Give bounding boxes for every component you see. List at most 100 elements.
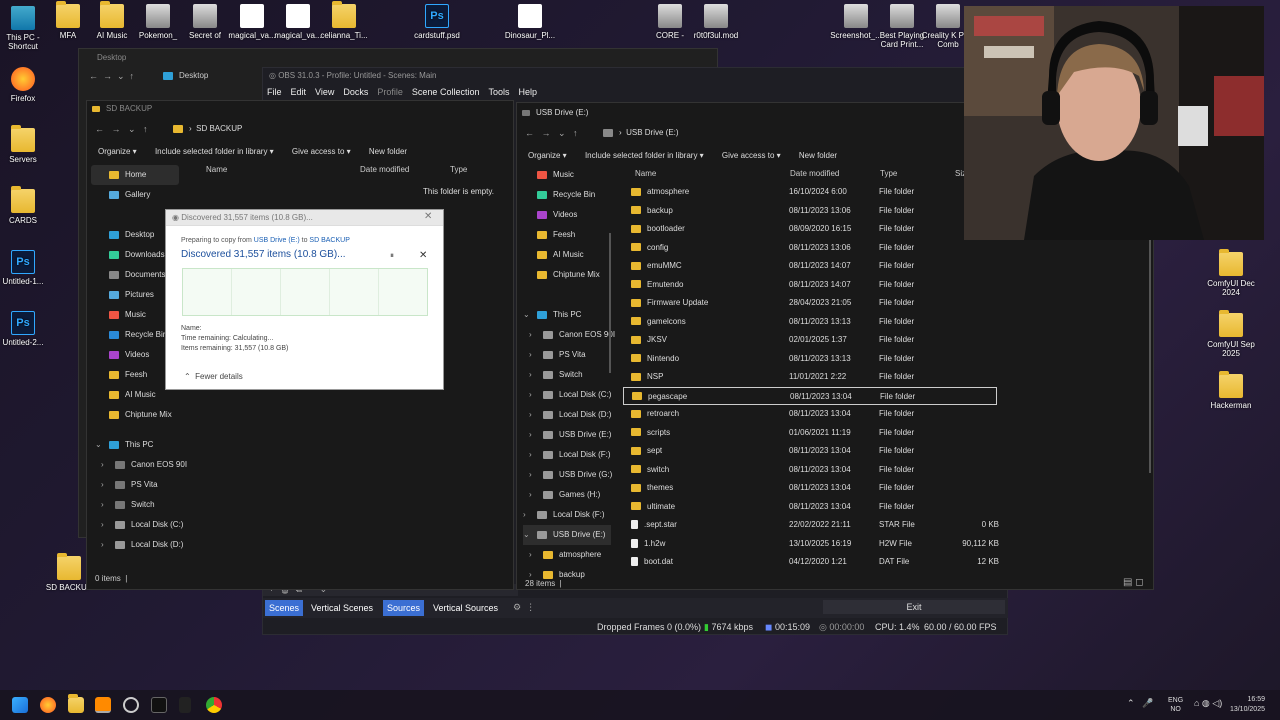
desktop-icon[interactable]: Servers — [0, 125, 51, 164]
include-library-button[interactable]: Include selected folder in library ▾ — [585, 151, 704, 160]
app-taskbar-icon[interactable] — [179, 697, 191, 713]
desktop-icon[interactable]: Ps Untitled-2... — [0, 311, 51, 347]
desktop-icon[interactable]: Dinosaur_Pl... — [502, 4, 558, 40]
system-tray-status-icons[interactable]: ⌂ ◍ ◁) — [1194, 698, 1222, 709]
obs-taskbar-icon[interactable] — [123, 697, 139, 713]
obs-menubar[interactable]: File Edit View Docks Profile Scene Collection… — [267, 87, 546, 97]
obs-menu-docks[interactable]: Docks — [343, 87, 368, 97]
address-bar[interactable]: › SD BACKUP — [173, 124, 242, 133]
desktop-icon[interactable]: ComfyUI Sep 2025 — [1203, 310, 1259, 358]
nav-pc-item[interactable]: › PS Vita — [95, 475, 185, 495]
tab-scenes[interactable]: Scenes — [265, 600, 304, 616]
file-row[interactable]: scripts 01/06/2021 11:19 File folder — [623, 424, 1003, 443]
nav-buttons[interactable]: ← → ⌄ ↑ — [525, 128, 578, 139]
address-bar[interactable]: Desktop — [163, 71, 208, 80]
file-row[interactable]: themes 08/11/2023 13:04 File folder — [623, 479, 1003, 498]
nav-tree-item[interactable]: › Local Disk (F:) — [523, 505, 611, 525]
nav-pc-item[interactable]: › USB Drive (G:) — [523, 465, 612, 485]
column-date[interactable]: Date modified — [360, 165, 409, 174]
exit-button[interactable]: Exit — [823, 600, 1005, 614]
start-windows-icon[interactable] — [12, 697, 28, 713]
obs-menu-file[interactable]: File — [267, 87, 282, 97]
nav-pc-item[interactable]: › Local Disk (D:) — [95, 535, 185, 555]
file-row[interactable]: emuMMC 08/11/2023 14:07 File folder — [623, 257, 1003, 276]
tab-vertical-sources[interactable]: Vertical Sources — [433, 600, 498, 616]
file-row[interactable]: Nintendo 08/11/2023 13:13 File folder — [623, 350, 1003, 369]
file-row[interactable]: atmosphere 16/10/2024 6:00 File folder — [623, 183, 1003, 202]
nav-tree-item[interactable]: › atmosphere — [523, 545, 611, 565]
nav-buttons[interactable]: ← → ⌄ ↑ — [89, 71, 134, 82]
organize-button[interactable]: Organize ▾ — [98, 147, 137, 156]
file-row[interactable]: sept 08/11/2023 13:04 File folder — [623, 442, 1003, 461]
file-explorer-taskbar-icon[interactable] — [68, 694, 84, 713]
nav-this-pc[interactable]: ⌄ This PC — [523, 305, 611, 325]
obs-menu-view[interactable]: View — [315, 87, 334, 97]
file-row[interactable]: NSP 11/01/2021 2:22 File folder — [623, 368, 1003, 387]
desktop-icon[interactable]: r0t0f3ul.mod — [688, 4, 744, 40]
file-row[interactable]: switch 08/11/2023 13:04 File folder — [623, 461, 1003, 480]
desktop-icon[interactable]: Hackerman — [1203, 371, 1259, 410]
desktop-icon[interactable]: celianna_Ti... — [316, 1, 372, 40]
file-row[interactable]: Emutendo 08/11/2023 14:07 File folder — [623, 276, 1003, 295]
view-toggle-icons[interactable]: ▤ ◻ — [1123, 577, 1144, 588]
nav-quick-item[interactable]: Feesh — [523, 225, 611, 245]
destination-link[interactable]: SD BACKUP — [309, 237, 349, 244]
nav-pc-item[interactable]: › Local Disk (D:) — [523, 405, 611, 425]
nav-pc-item[interactable]: › Switch — [95, 495, 185, 515]
file-row[interactable]: Firmware Update 28/04/2023 21:05 File fold… — [623, 294, 1003, 313]
desktop-icon[interactable]: Ps cardstuff.psd — [409, 4, 465, 40]
obs-menu-scene-collection[interactable]: Scene Collection — [412, 87, 480, 97]
file-row[interactable]: config 08/11/2023 13:06 File folder — [623, 239, 1003, 258]
obs-menu-edit[interactable]: Edit — [291, 87, 307, 97]
nav-tree-item[interactable]: ⌄ USB Drive (E:) — [523, 525, 611, 545]
obs-menu-tools[interactable]: Tools — [488, 87, 509, 97]
file-row[interactable]: pegascape 08/11/2023 13:04 File folder — [623, 386, 997, 405]
nav-quick-item[interactable]: Chiptune Mix — [523, 265, 611, 285]
source-link[interactable]: USB Drive (E:) — [254, 237, 300, 244]
column-type[interactable]: Type — [450, 165, 467, 174]
give-access-button[interactable]: Give access to ▾ — [292, 147, 351, 156]
tab-sources[interactable]: Sources — [383, 600, 425, 616]
organize-button[interactable]: Organize ▾ — [528, 151, 567, 160]
nav-pc-item[interactable]: › Switch — [523, 365, 611, 385]
desktop-icon[interactable]: Firefox — [0, 67, 51, 103]
file-row[interactable]: retroarch 08/11/2023 13:04 File folder — [623, 405, 1003, 424]
column-name[interactable]: Name — [206, 165, 227, 174]
nav-pc-item[interactable]: › Local Disk (C:) — [95, 515, 185, 535]
nav-buttons[interactable]: ← → ⌄ ↑ — [95, 124, 148, 135]
dialog-close-button[interactable]: ✕ — [424, 211, 432, 222]
give-access-button[interactable]: Give access to ▾ — [722, 151, 781, 160]
terminal-taskbar-icon[interactable] — [151, 697, 167, 713]
nav-quick-item[interactable]: Music — [523, 165, 611, 185]
dock-menu-icon[interactable]: ⚙ ⋮ — [513, 602, 535, 613]
language-indicator[interactable]: ENG NO — [1168, 696, 1183, 714]
nav-pc-item[interactable]: › Canon EOS 90I — [523, 325, 615, 345]
desktop-icon[interactable]: Ps Untitled-1... — [0, 250, 51, 286]
nav-this-pc[interactable]: ⌄ This PC — [95, 435, 185, 455]
file-row[interactable]: JKSV 02/01/2025 1:37 File folder — [623, 331, 1003, 350]
nav-quick-item[interactable]: Chiptune Mix — [95, 405, 185, 425]
firefox-taskbar-icon[interactable] — [40, 697, 56, 713]
nav-pc-item[interactable]: › PS Vita — [523, 345, 611, 365]
new-folder-button[interactable]: New folder — [799, 151, 837, 160]
file-row[interactable]: ultimate 08/11/2023 13:04 File folder — [623, 498, 1003, 517]
nav-home[interactable]: Home — [95, 165, 185, 185]
vlc-taskbar-icon[interactable] — [95, 697, 111, 713]
tab-vertical-scenes[interactable]: Vertical Scenes — [311, 600, 373, 616]
fewer-details-toggle[interactable]: ⌃ Fewer details — [184, 372, 243, 381]
nav-quick-item[interactable]: AI Music — [523, 245, 611, 265]
obs-menu-help[interactable]: Help — [518, 87, 537, 97]
include-library-button[interactable]: Include selected folder in library ▾ — [155, 147, 274, 156]
cancel-copy-button[interactable]: ✕ — [419, 250, 427, 261]
new-folder-button[interactable]: New folder — [369, 147, 407, 156]
address-bar[interactable]: › USB Drive (E:) — [603, 128, 679, 137]
nav-gallery[interactable]: Gallery — [95, 185, 185, 205]
nav-pc-item[interactable]: › USB Drive (E:) — [523, 425, 611, 445]
nav-pc-item[interactable]: › Local Disk (C:) — [523, 385, 611, 405]
file-row[interactable]: gamelcons 08/11/2023 13:13 File folder — [623, 313, 1003, 332]
clock[interactable]: 16:59 13/10/2025 — [1223, 695, 1265, 715]
desktop-icon[interactable]: ComfyUI Dec 2024 — [1203, 249, 1259, 297]
nav-scrollbar[interactable] — [609, 233, 611, 373]
tray-icons[interactable]: ⌃ 🎤 — [1127, 698, 1153, 709]
desktop-icon[interactable]: CARDS — [0, 186, 51, 225]
